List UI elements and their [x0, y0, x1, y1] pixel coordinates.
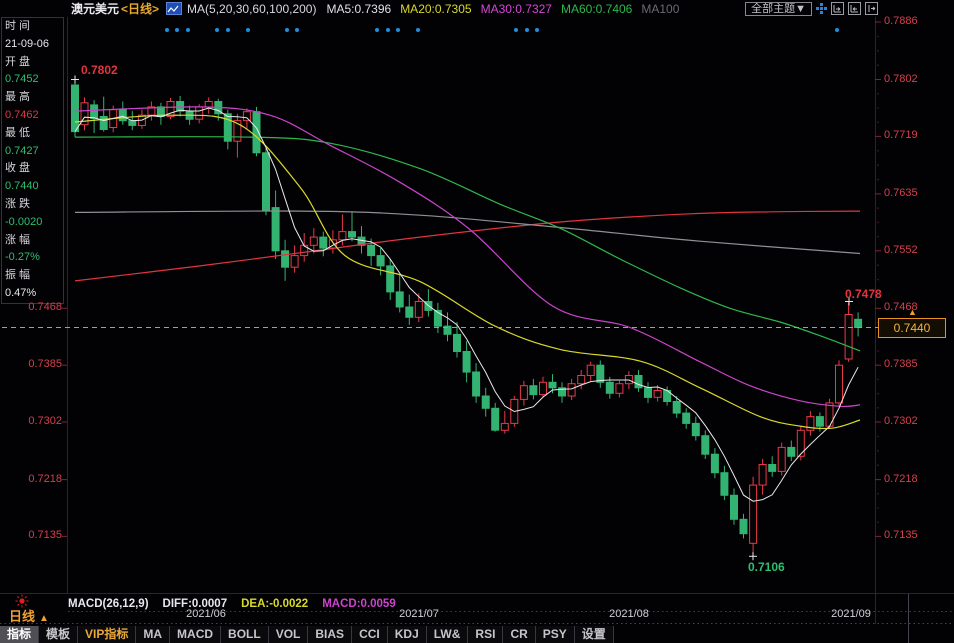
symbol-title: 澳元美元	[71, 0, 119, 17]
triangle-up-icon: ▲	[39, 613, 49, 624]
price-axis-label: 0.7719	[884, 129, 918, 141]
price-axis-label: 0.7385	[2, 358, 62, 370]
price-axis-label: 0.7218	[2, 473, 62, 485]
period-indicator[interactable]: <日线>	[121, 0, 159, 17]
price-axis-label: 0.7135	[884, 529, 918, 541]
price-annotation: 0.7478	[845, 287, 882, 301]
price-axis-label: 0.7302	[2, 415, 62, 427]
ma-settings-label: MA(5,20,30,60,100,200)	[187, 2, 316, 16]
kline-chart-icon	[166, 2, 182, 15]
price-annotation: 0.7802	[81, 63, 118, 77]
quote-field-value: 0.7452	[2, 71, 63, 89]
period-selector[interactable]: 日线 ▲	[9, 606, 49, 625]
price-axis-label: 0.7802	[884, 73, 918, 85]
ma-value-label: MA20:0.7305	[400, 2, 471, 16]
quote-field-label: 最 低	[2, 125, 63, 143]
toolbar-item-模板[interactable]: 模板	[39, 626, 78, 643]
toolbar-item-boll[interactable]: BOLL	[221, 626, 269, 643]
ma-values: MA5:0.7396 MA20:0.7305 MA30:0.7327 MA60:0.7…	[326, 2, 688, 16]
move-chart-icon[interactable]	[816, 3, 827, 14]
price-axis-label: 0.7552	[884, 244, 918, 256]
quote-field-label: 涨 幅	[2, 232, 63, 250]
price-axis-label: 0.7886	[884, 15, 918, 27]
ma-value-label: MA5:0.7396	[326, 2, 391, 16]
toolbar-item-指标[interactable]: 指标	[0, 626, 39, 643]
compress-axis-icon[interactable]	[831, 2, 844, 15]
macd-value-label: DEA:-0.0022	[241, 598, 308, 613]
toolbar-item-设置[interactable]: 设置	[575, 626, 614, 643]
ma-value-label: MA100	[641, 2, 679, 16]
toolbar-item-psy[interactable]: PSY	[536, 626, 575, 643]
quote-field-label: 振 幅	[2, 267, 63, 285]
quote-field-value: 0.7427	[2, 143, 63, 161]
quote-field-label: 时 间	[2, 18, 63, 36]
toolbar-item-rsi[interactable]: RSI	[468, 626, 503, 643]
price-axis-label: 0.7468	[2, 301, 62, 313]
quote-sidebar: 时 间21-09-06开 盘0.7452最 高0.7462最 低0.7427收 …	[1, 17, 64, 304]
quote-field-label: 开 盘	[2, 54, 63, 72]
toolbar-item-ma[interactable]: MA	[136, 626, 170, 643]
current-price-badge: 0.7440	[878, 318, 946, 338]
quote-field-value: 21-09-06	[2, 36, 63, 54]
theme-select-button[interactable]: 全部主题▼	[745, 2, 812, 16]
header-bar: 澳元美元 <日线> MA(5,20,30,60,100,200) MA5:0.7…	[0, 0, 954, 17]
pan-right-icon[interactable]	[865, 2, 878, 15]
price-axis-label: 0.7135	[2, 529, 62, 541]
price-axis-label: 0.7635	[884, 187, 918, 199]
period-label: 日线	[9, 609, 35, 624]
macd-value-label: DIFF:0.0007	[163, 598, 228, 613]
date-axis-label: 2021/09	[821, 608, 881, 620]
expand-axis-icon[interactable]	[848, 2, 861, 15]
quote-field-value: 0.7440	[2, 178, 63, 196]
price-axis-label: 0.7385	[884, 358, 918, 370]
toolbar-item-cr[interactable]: CR	[503, 626, 535, 643]
quote-field-value: -0.0020	[2, 214, 63, 232]
toolbar-item-macd[interactable]: MACD	[170, 626, 221, 643]
toolbar-item-cci[interactable]: CCI	[352, 626, 388, 643]
date-axis-label: 2021/08	[599, 608, 659, 620]
indicator-toolbar: 指标模板VIP指标MAMACDBOLLVOLBIASCCIKDJLW&RSICR…	[0, 626, 614, 643]
macd-formula-label: MACD(26,12,9)	[68, 598, 149, 613]
toolbar-item-vip指标[interactable]: VIP指标	[78, 626, 136, 643]
price-axis-label: 0.7302	[884, 415, 918, 427]
ma-value-label: MA30:0.7327	[481, 2, 552, 16]
toolbar-item-bias[interactable]: BIAS	[308, 626, 352, 643]
price-annotation: 0.7106	[748, 560, 785, 574]
toolbar-item-kdj[interactable]: KDJ	[388, 626, 427, 643]
toolbar-item-vol[interactable]: VOL	[269, 626, 309, 643]
price-axis-label: 0.7218	[884, 473, 918, 485]
quote-field-value: -0.27%	[2, 249, 63, 267]
ma-value-label: MA60:0.7406	[561, 2, 632, 16]
quote-field-label: 最 高	[2, 89, 63, 107]
price-up-arrow-icon: ▲	[908, 307, 917, 317]
macd-indicator-row: MACD(26,12,9) DIFF:0.0007 DEA:-0.0022 MACD…	[68, 598, 410, 613]
quote-field-value: 0.7462	[2, 107, 63, 125]
trading-app-window: 澳元美元 <日线> MA(5,20,30,60,100,200) MA5:0.7…	[0, 0, 954, 643]
toolbar-item-lw&[interactable]: LW&	[427, 626, 469, 643]
macd-value-label: MACD:0.0059	[322, 598, 396, 613]
quote-field-value: 0.47%	[2, 285, 63, 303]
quote-field-label: 涨 跌	[2, 196, 63, 214]
quote-field-label: 收 盘	[2, 160, 63, 178]
